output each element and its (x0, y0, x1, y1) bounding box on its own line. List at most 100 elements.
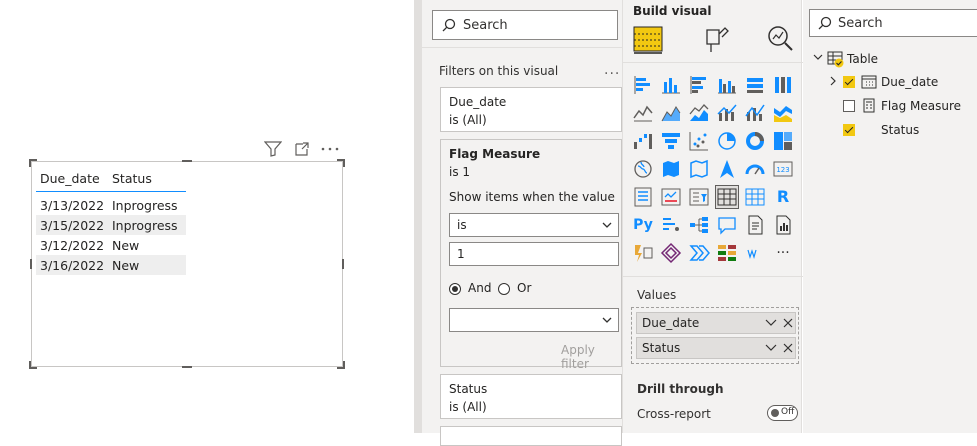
data-search-input[interactable]: Search (809, 9, 977, 37)
area-chart-icon[interactable] (660, 102, 682, 124)
more-options-icon[interactable]: ... (604, 62, 620, 78)
word-visual-icon[interactable] (744, 242, 766, 264)
filter-icon[interactable] (264, 141, 282, 157)
svg-text:123: 123 (776, 166, 789, 174)
search-placeholder: Search (838, 16, 883, 31)
close-icon[interactable] (783, 318, 793, 328)
resize-handle-br-v[interactable] (343, 361, 345, 369)
filter-card-status[interactable]: Status is (All) (440, 374, 622, 419)
chevron-down-icon[interactable] (765, 344, 777, 352)
stacked-column-chart-icon[interactable] (660, 74, 682, 96)
more-options-icon[interactable] (320, 141, 340, 157)
filled-map-icon[interactable] (660, 158, 682, 180)
second-operator-dropdown[interactable] (449, 308, 619, 332)
filter-card-due-date[interactable]: Due_date is (All) (440, 87, 622, 132)
multi-row-card-icon[interactable] (632, 186, 654, 208)
resize-handle-tl-v[interactable] (29, 159, 31, 167)
or-radio[interactable] (498, 283, 510, 295)
table-row[interactable]: 3/15/2022 Inprogress (36, 215, 186, 235)
and-radio[interactable] (449, 283, 461, 295)
key-influencers-icon[interactable] (660, 214, 682, 236)
report-canvas[interactable]: Due_date Status 3/13/2022 Inprogress 3/1… (0, 0, 414, 433)
line-chart-icon[interactable] (632, 102, 654, 124)
values-well[interactable]: Due_date Status (631, 307, 799, 364)
power-automate-icon[interactable] (632, 242, 654, 264)
shape-map-icon[interactable] (688, 158, 710, 180)
resize-handle-right[interactable] (342, 259, 344, 269)
operator-dropdown[interactable]: is (449, 213, 619, 237)
search-icon (442, 18, 456, 32)
paginated-report-icon[interactable] (772, 214, 794, 236)
map-icon[interactable] (632, 158, 654, 180)
column-header-status[interactable]: Status (108, 171, 152, 186)
tree-field-due-date[interactable]: Due_date (829, 73, 977, 93)
more-visuals-icon[interactable]: ... (772, 238, 794, 260)
value-input[interactable]: 1 (449, 242, 619, 266)
scatter-chart-icon[interactable] (688, 130, 710, 152)
100-stacked-column-chart-icon[interactable] (772, 74, 794, 96)
search-icon (818, 16, 832, 30)
field-checkbox[interactable] (843, 124, 855, 136)
visual-header (264, 141, 344, 159)
field-name: Due_date (881, 75, 939, 89)
donut-chart-icon[interactable] (744, 130, 766, 152)
fields-tab-icon[interactable] (631, 22, 665, 56)
matrix-icon[interactable] (744, 186, 766, 208)
cross-report-toggle[interactable]: Off (767, 405, 798, 421)
line-and-clustered-column-icon[interactable] (744, 102, 766, 124)
tree-table-node[interactable]: Table (813, 50, 973, 70)
table-row[interactable]: 3/12/2022 New (36, 235, 186, 255)
stacked-bar-chart-icon[interactable] (632, 74, 654, 96)
resize-handle-top[interactable] (182, 160, 192, 162)
stacked-area-chart-icon[interactable] (688, 102, 710, 124)
smart-narrative-icon[interactable] (744, 214, 766, 236)
waterfall-chart-icon[interactable] (632, 130, 654, 152)
column-header-due-date[interactable]: Due_date (36, 171, 108, 186)
filters-search-input[interactable]: Search (432, 10, 618, 40)
r-visual-icon[interactable]: R (772, 186, 794, 208)
field-checkbox[interactable] (843, 100, 855, 112)
field-chip-status[interactable]: Status (636, 337, 796, 359)
resize-handle-tr-v[interactable] (343, 159, 345, 167)
decomposition-tree-icon[interactable] (688, 214, 710, 236)
power-apps-icon[interactable] (660, 242, 682, 264)
funnel-icon[interactable] (660, 130, 682, 152)
field-chip-due-date[interactable]: Due_date (636, 312, 796, 334)
table-row[interactable]: 3/13/2022 Inprogress (36, 195, 186, 215)
close-icon[interactable] (783, 343, 793, 353)
card-icon[interactable]: 123 (772, 158, 794, 180)
resize-handle-left[interactable] (30, 259, 32, 269)
field-name: Status (881, 123, 920, 137)
treemap-icon[interactable] (772, 130, 794, 152)
resize-handle-bl-v[interactable] (29, 361, 31, 369)
ribbon-chart-icon[interactable] (772, 102, 794, 124)
custom-heatmap-icon[interactable] (716, 242, 738, 264)
chevron-visual-icon[interactable] (688, 242, 710, 264)
clustered-bar-chart-icon[interactable] (688, 74, 710, 96)
chevron-down-icon[interactable] (813, 53, 823, 61)
field-checkbox[interactable] (843, 76, 855, 88)
chevron-right-icon[interactable] (829, 76, 837, 86)
qna-icon[interactable] (716, 214, 738, 236)
python-visual-icon[interactable]: Py (632, 214, 654, 236)
focus-mode-icon[interactable] (294, 141, 310, 157)
100-stacked-bar-chart-icon[interactable] (744, 74, 766, 96)
table-row[interactable]: 3/16/2022 New (36, 255, 186, 275)
table-icon[interactable] (715, 185, 739, 209)
tree-field-status[interactable]: Status (829, 121, 977, 141)
line-and-stacked-column-icon[interactable] (716, 102, 738, 124)
format-tab-icon[interactable] (699, 22, 733, 56)
tree-field-flag-measure[interactable]: Flag Measure (829, 97, 977, 117)
resize-handle-bottom[interactable] (182, 366, 192, 368)
apply-filter-button[interactable]: Apply filter (561, 343, 621, 371)
gauge-icon[interactable] (744, 158, 766, 180)
chevron-down-icon (602, 317, 612, 323)
kpi-icon[interactable] (660, 186, 682, 208)
azure-map-icon[interactable] (716, 158, 738, 180)
slicer-icon[interactable] (688, 186, 710, 208)
pie-chart-icon[interactable] (716, 130, 738, 152)
clustered-column-chart-icon[interactable] (716, 74, 738, 96)
filter-card-flag-measure[interactable]: Flag Measure is 1 Show items when the va… (440, 139, 622, 371)
chevron-down-icon[interactable] (765, 319, 777, 327)
analytics-tab-icon[interactable] (763, 22, 797, 56)
